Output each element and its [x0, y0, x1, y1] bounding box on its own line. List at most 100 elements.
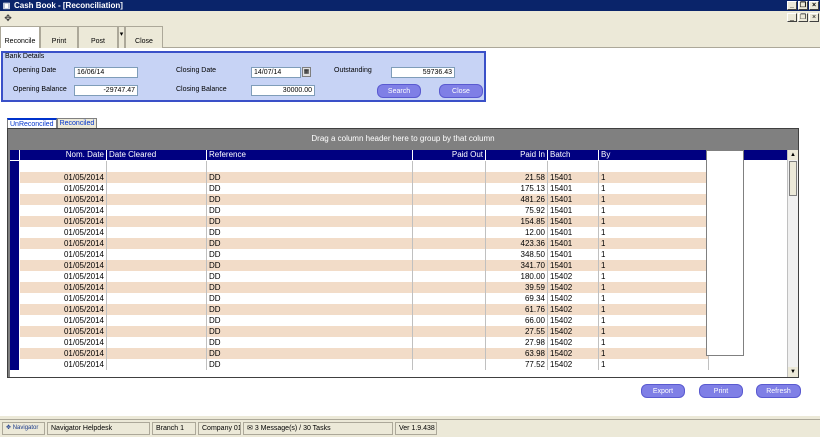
table-row[interactable]: 01/05/2014 DD 423.36 15401 1 [10, 238, 709, 249]
table-row[interactable]: 01/05/2014 DD 341.70 15401 1 [10, 260, 709, 271]
tab-unreconciled[interactable]: UnReconciled [7, 118, 57, 128]
row-selector[interactable] [10, 326, 20, 337]
cell-by: 1 [599, 216, 709, 227]
search-button[interactable]: Search [377, 84, 421, 98]
table-row[interactable]: 01/05/2014 DD 69.34 15402 1 [10, 293, 709, 304]
table-row[interactable]: 01/05/2014 DD 180.00 15402 1 [10, 271, 709, 282]
table-row[interactable]: 01/05/2014 DD 61.76 15402 1 [10, 304, 709, 315]
table-row[interactable]: 01/05/2014 DD 63.98 15402 1 [10, 348, 709, 359]
row-selector[interactable] [10, 216, 20, 227]
table-row[interactable]: 01/05/2014 DD 27.55 15402 1 [10, 326, 709, 337]
export-button[interactable]: Export [641, 384, 685, 398]
scroll-down-icon[interactable]: ▼ [788, 367, 798, 377]
cell-reference: DD [207, 172, 413, 183]
table-row[interactable]: 01/05/2014 DD 348.50 15401 1 [10, 249, 709, 260]
row-selector[interactable] [10, 238, 20, 249]
post-dropdown-icon[interactable]: ▾ [118, 26, 125, 48]
row-selector[interactable] [10, 260, 20, 271]
close-toolbar-button[interactable]: Close [125, 26, 163, 48]
cell-reference: DD [207, 359, 413, 370]
mdi-minimize-icon[interactable]: _ [787, 13, 797, 22]
col-nom-date[interactable]: Nom. Date [20, 150, 107, 160]
cell-paid-out [413, 249, 486, 260]
mdi-close-icon[interactable]: × [809, 13, 819, 22]
cell-paid-in: 180.00 [486, 271, 548, 282]
opening-balance-field[interactable]: -29747.47 [74, 85, 138, 96]
row-selector[interactable] [10, 249, 20, 260]
table-row[interactable]: 01/05/2014 DD 66.00 15402 1 [10, 315, 709, 326]
cell-nom-date: 01/05/2014 [20, 359, 107, 370]
col-reference[interactable]: Reference [207, 150, 413, 160]
filter-row[interactable] [10, 161, 709, 172]
print-button[interactable]: Print [699, 384, 743, 398]
scroll-up-icon[interactable]: ▲ [788, 150, 798, 160]
bank-close-button[interactable]: Close [439, 84, 483, 98]
table-row[interactable]: 01/05/2014 DD 27.98 15402 1 [10, 337, 709, 348]
link-column-panel[interactable] [706, 150, 744, 356]
minimize-icon[interactable]: _ [787, 1, 797, 10]
mdi-system-icon[interactable]: ✥ [2, 12, 14, 24]
row-selector[interactable] [10, 359, 20, 370]
table-row[interactable]: 01/05/2014 DD 12.00 15401 1 [10, 227, 709, 238]
row-selector[interactable] [10, 348, 20, 359]
cell-reference: DD [207, 238, 413, 249]
grid-body: Nom. Date Date Cleared Reference Paid Ou… [10, 150, 787, 377]
row-selector[interactable] [10, 293, 20, 304]
print-toolbar-button[interactable]: Print [40, 26, 78, 48]
cell-reference: DD [207, 227, 413, 238]
row-selector[interactable] [10, 194, 20, 205]
cell-reference: DD [207, 282, 413, 293]
scroll-thumb[interactable] [789, 161, 797, 196]
cell-paid-out [413, 271, 486, 282]
closing-balance-field[interactable]: 30000.00 [251, 85, 315, 96]
cell-batch: 15402 [548, 337, 599, 348]
closing-date-field[interactable]: 14/07/14 [251, 67, 301, 78]
row-selector[interactable] [10, 183, 20, 194]
bank-details-panel: Bank Details Opening Date 16/06/14 Closi… [1, 51, 486, 102]
group-by-hint[interactable]: Drag a column header here to group by th… [8, 129, 798, 149]
table-row[interactable]: 01/05/2014 DD 77.52 15402 1 [10, 359, 709, 370]
cell-nom-date: 01/05/2014 [20, 271, 107, 282]
row-selector[interactable] [10, 315, 20, 326]
table-row[interactable]: 01/05/2014 DD 75.92 15401 1 [10, 205, 709, 216]
cell-nom-date: 01/05/2014 [20, 227, 107, 238]
col-paid-out[interactable]: Paid Out [413, 150, 486, 160]
refresh-button[interactable]: Refresh [756, 384, 801, 398]
tab-reconciled[interactable]: Reconciled [56, 118, 98, 128]
restore-icon[interactable]: ❐ [798, 1, 808, 10]
messages-panel[interactable]: ✉ 3 Message(s) / 30 Tasks [243, 422, 393, 435]
table-row[interactable]: 01/05/2014 DD 39.59 15402 1 [10, 282, 709, 293]
row-selector[interactable] [10, 337, 20, 348]
cell-reference: DD [207, 249, 413, 260]
row-selector[interactable] [10, 172, 20, 183]
mdi-restore-icon[interactable]: ❐ [798, 13, 808, 22]
calendar-icon[interactable]: ▦ [302, 67, 311, 77]
table-row[interactable]: 01/05/2014 DD 21.58 15401 1 [10, 172, 709, 183]
row-selector[interactable] [10, 282, 20, 293]
table-row[interactable]: 01/05/2014 DD 481.26 15401 1 [10, 194, 709, 205]
col-batch[interactable]: Batch [548, 150, 599, 160]
col-paid-in[interactable]: Paid In [486, 150, 548, 160]
opening-date-field[interactable]: 16/06/14 [74, 67, 138, 78]
row-selector[interactable] [10, 271, 20, 282]
cell-nom-date: 01/05/2014 [20, 249, 107, 260]
helpdesk-panel[interactable]: Navigator Helpdesk [47, 422, 150, 435]
cell-nom-date: 01/05/2014 [20, 304, 107, 315]
cell-by: 1 [599, 249, 709, 260]
row-selector[interactable] [10, 205, 20, 216]
cell-date-cleared [107, 227, 207, 238]
row-selector[interactable] [10, 227, 20, 238]
col-date-cleared[interactable]: Date Cleared [107, 150, 207, 160]
table-row[interactable]: 01/05/2014 DD 175.13 15401 1 [10, 183, 709, 194]
reconcile-button[interactable]: Reconcile [0, 26, 40, 48]
row-selector[interactable] [10, 304, 20, 315]
close-icon[interactable]: × [809, 1, 819, 10]
table-row[interactable]: 01/05/2014 DD 154.85 15401 1 [10, 216, 709, 227]
menu-bar: ✥ _ ❐ × [0, 11, 820, 25]
bank-details-header: Bank Details [5, 53, 45, 60]
closing-balance-label: Closing Balance [176, 86, 227, 93]
col-by[interactable]: By [599, 150, 709, 160]
post-button[interactable]: Post [78, 26, 118, 48]
vertical-scrollbar[interactable]: ▲ ▼ [787, 150, 798, 377]
cell-batch: 15402 [548, 282, 599, 293]
